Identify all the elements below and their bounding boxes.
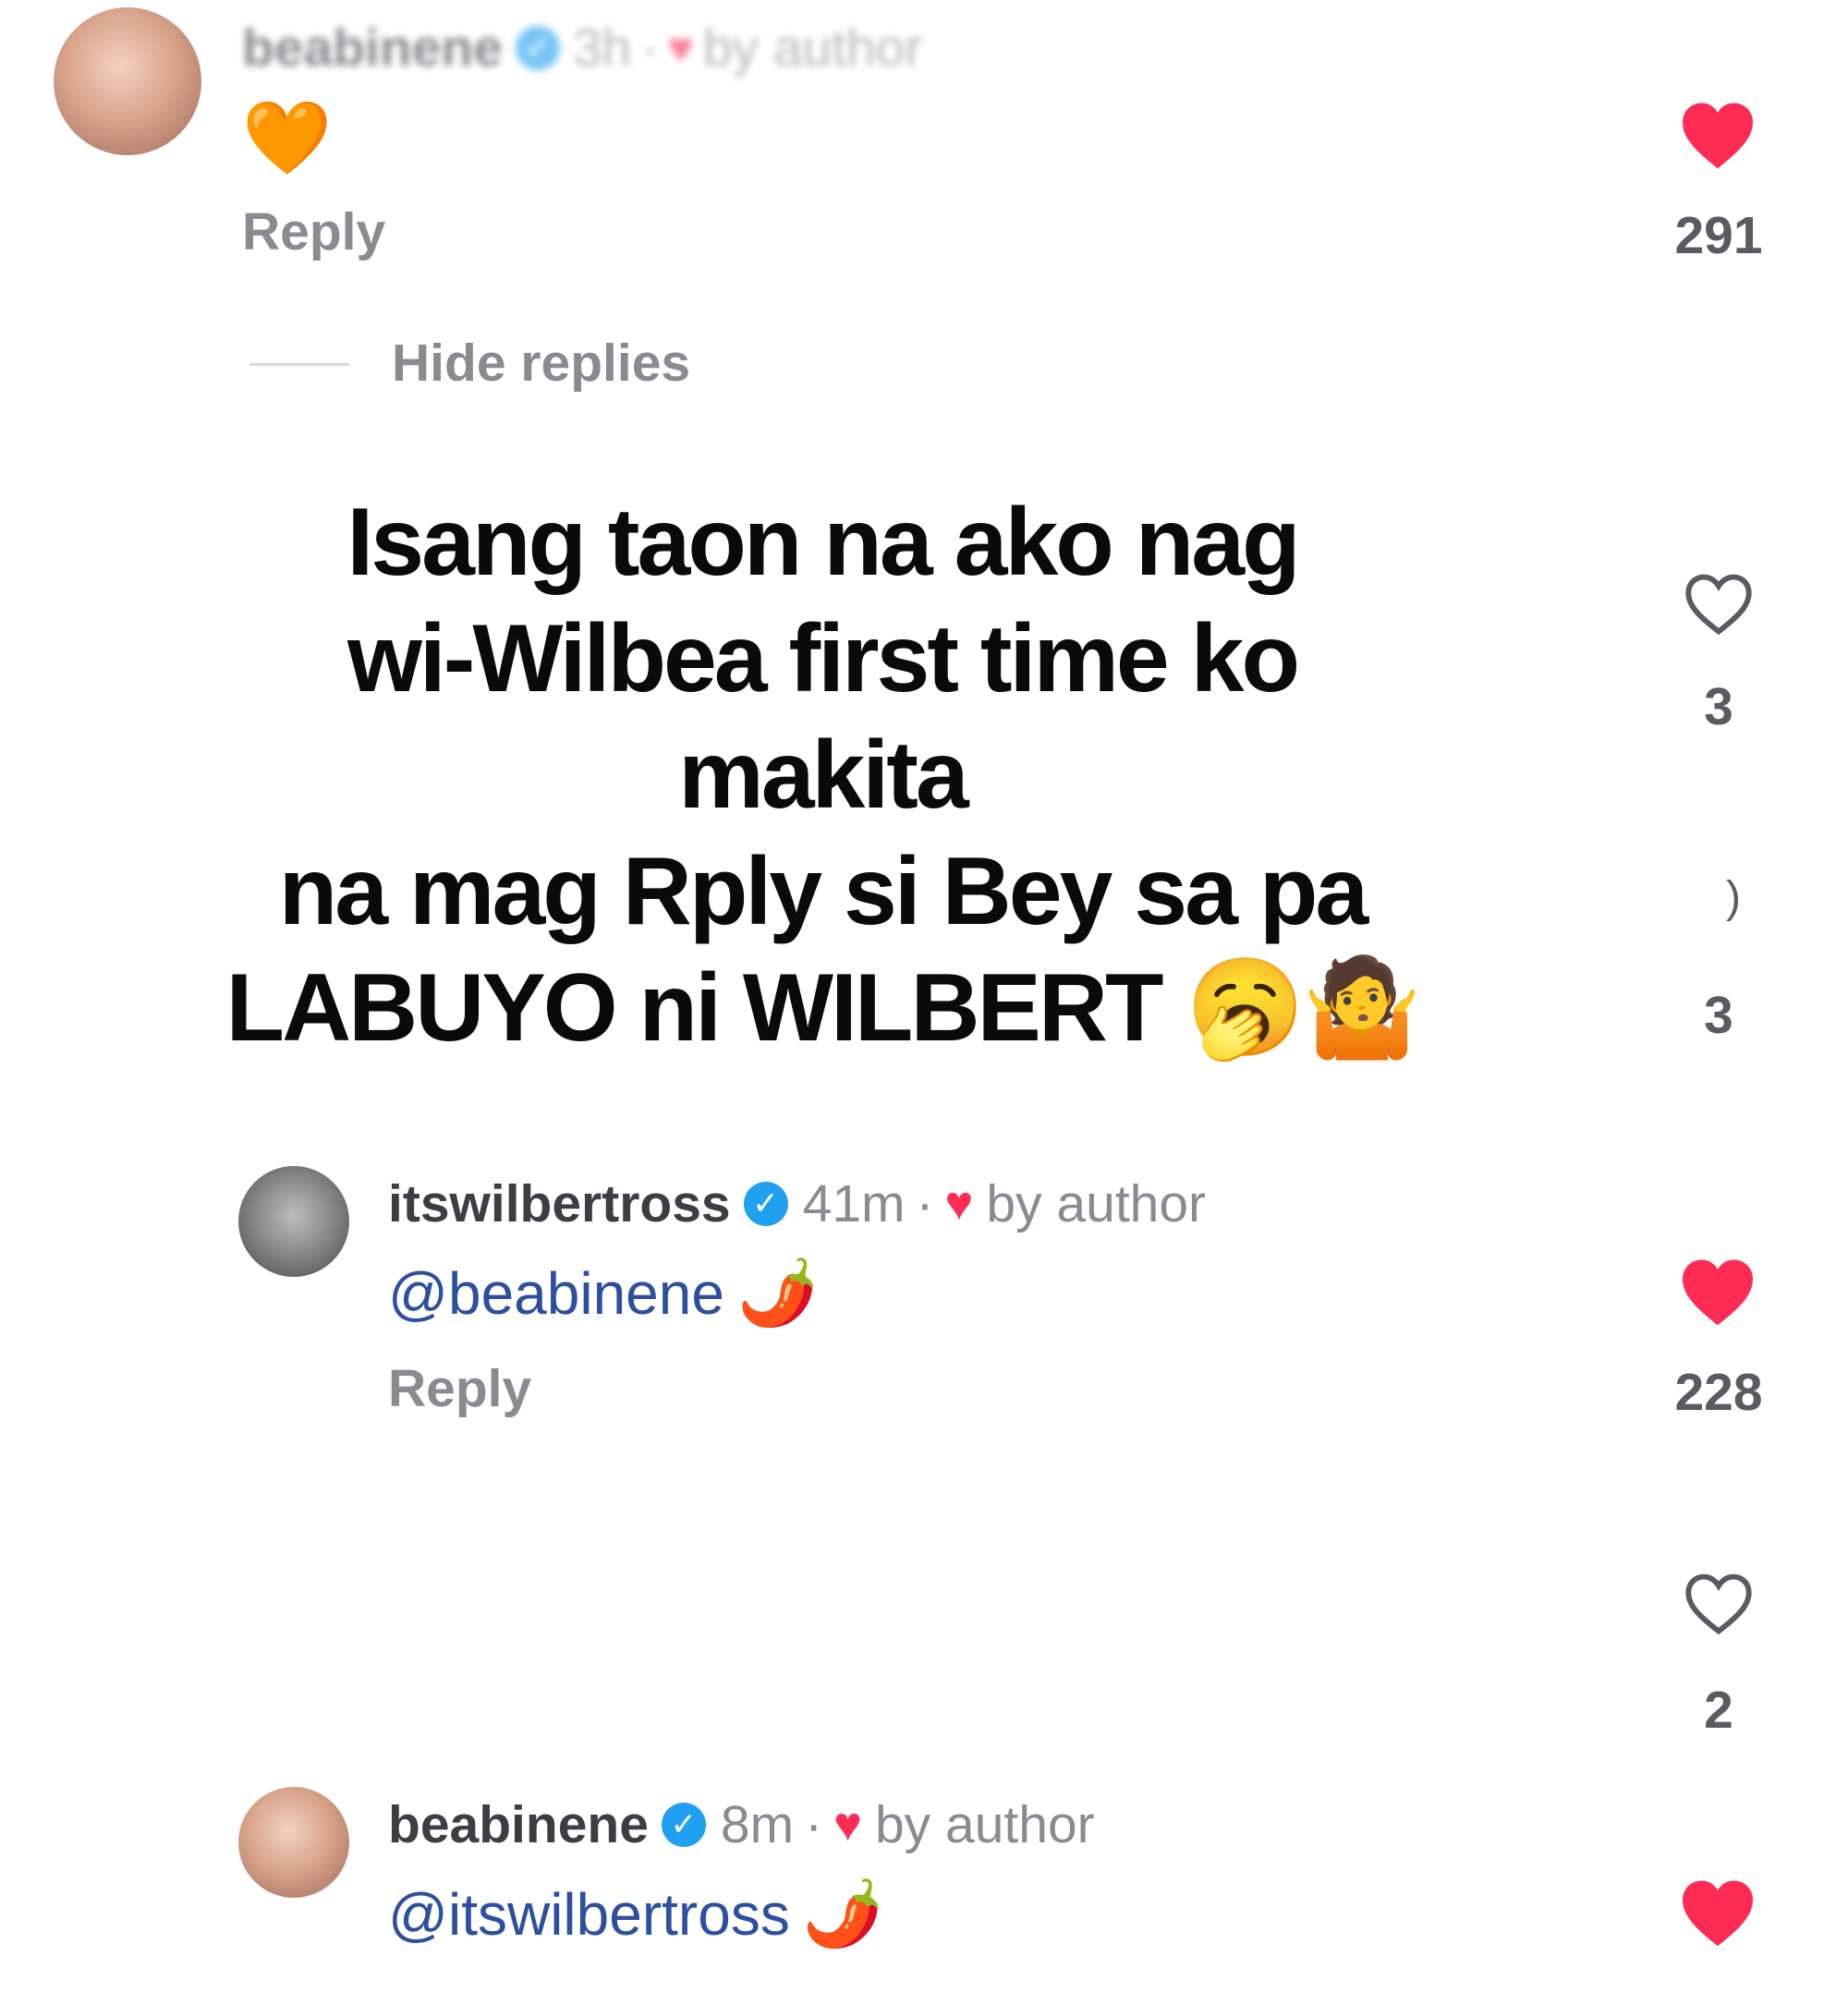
- heart-icon: ♥: [833, 1798, 862, 1852]
- heart-filled-icon: [1683, 103, 1753, 169]
- author-liked-label: by author: [702, 18, 923, 78]
- avatar[interactable]: [238, 1166, 349, 1277]
- like-count: 228: [1674, 1363, 1763, 1422]
- overlay-caption: Isang taon na ako nag wi-Wilbea first ti…: [203, 484, 1441, 1066]
- like-count: 3: [1704, 677, 1733, 736]
- overlay-line: Isang taon na ako nag: [346, 489, 1300, 596]
- mention-link[interactable]: @beabinene: [388, 1259, 724, 1328]
- avatar[interactable]: [238, 1787, 349, 1898]
- heart-filled-icon: [1683, 1880, 1753, 1947]
- comment-header: beabinene ✓ 8m · ♥ by author: [388, 1794, 1095, 1855]
- like-button[interactable]: [1682, 1571, 1756, 1637]
- comment-text: 🧡: [242, 97, 333, 178]
- comment-text: @beabinene 🌶️: [388, 1255, 818, 1332]
- partial-icon: ): [1726, 873, 1741, 922]
- verified-icon: ✓: [515, 26, 560, 70]
- username[interactable]: itswilbertross: [388, 1173, 731, 1234]
- comment-header: itswilbertross ✓ 41m · ♥ by author: [388, 1173, 1207, 1234]
- comment-time: 41m: [802, 1174, 906, 1233]
- author-liked-label: by author: [986, 1174, 1207, 1233]
- reply-button[interactable]: Reply: [242, 201, 385, 262]
- comment-header: beabinene ✓ 3h · ♥ by author: [242, 18, 923, 79]
- chili-emoji: 🌶️: [802, 1877, 883, 1949]
- like-count: 2: [1704, 1681, 1733, 1740]
- like-button[interactable]: [1679, 1877, 1757, 1948]
- verified-icon: ✓: [661, 1803, 706, 1847]
- like-count: 291: [1674, 206, 1763, 265]
- username[interactable]: beabinene: [388, 1794, 649, 1855]
- like-button[interactable]: [1682, 571, 1756, 638]
- like-button[interactable]: [1679, 100, 1757, 170]
- username[interactable]: beabinene: [242, 18, 503, 79]
- overlay-line: na mag Rply si Bey sa pa: [278, 838, 1369, 945]
- hide-replies-button[interactable]: Hide replies: [392, 333, 690, 394]
- overlay-line: LABUYO ni WILBERT 🥱🤷: [225, 954, 1422, 1062]
- reply-button[interactable]: Reply: [388, 1358, 531, 1419]
- mention-link[interactable]: @itswilbertross: [388, 1880, 790, 1949]
- avatar[interactable]: [54, 7, 201, 155]
- verified-icon: ✓: [743, 1182, 788, 1226]
- chili-emoji: 🌶️: [736, 1257, 819, 1329]
- heart-outline-icon: [1685, 574, 1752, 636]
- heart-outline-icon: [1685, 1573, 1752, 1635]
- comment-time: 8m: [720, 1795, 795, 1854]
- like-button[interactable]: [1679, 1257, 1757, 1327]
- like-count: 3: [1704, 986, 1733, 1045]
- divider-line: [249, 363, 349, 366]
- heart-filled-icon: [1683, 1259, 1753, 1326]
- heart-icon: ♥: [944, 1177, 974, 1231]
- author-liked-label: by author: [874, 1795, 1095, 1854]
- comment-time: 3h: [572, 18, 632, 78]
- comment-text: @itswilbertross 🌶️: [388, 1876, 883, 1953]
- overlay-line: wi-Wilbea first time ko makita: [346, 605, 1300, 829]
- heart-icon: ♥: [667, 23, 694, 73]
